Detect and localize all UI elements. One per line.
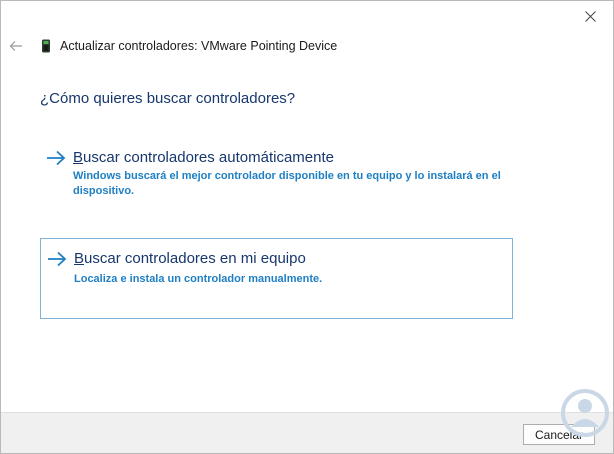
back-arrow-icon <box>9 41 22 51</box>
close-icon <box>584 10 596 22</box>
option-title: Buscar controladores en mi equipo <box>74 250 306 267</box>
option-title-text: uscar controladores en mi equipo <box>84 250 306 267</box>
browse-my-computer-option[interactable]: Buscar controladores en mi equipo Locali… <box>40 238 513 319</box>
arrow-right-icon <box>48 251 67 267</box>
access-key: B <box>73 149 84 166</box>
option-description: Localiza e instala un controlador manual… <box>74 273 323 285</box>
option-description: Windows buscará el mejor controlador dis… <box>73 170 501 197</box>
update-drivers-dialog: Actualizar controladores: VMware Pointin… <box>0 0 614 454</box>
arrow-right-icon <box>47 150 66 166</box>
page-heading: ¿Cómo quieres buscar controladores? <box>40 90 296 107</box>
cancel-button[interactable]: Cancelar <box>523 424 595 445</box>
dialog-title: Actualizar controladores: VMware Pointin… <box>60 39 338 53</box>
search-automatically-option[interactable]: Buscar controladores automáticamente Win… <box>40 139 512 209</box>
pointing-device-icon <box>42 39 50 53</box>
back-button[interactable] <box>7 37 25 55</box>
dialog-footer: Cancelar <box>1 412 613 453</box>
option-title: Buscar controladores automáticamente <box>73 149 334 166</box>
close-button[interactable] <box>567 1 613 31</box>
access-key: B <box>74 250 85 267</box>
dialog-header: Actualizar controladores: VMware Pointin… <box>1 31 613 61</box>
option-title-text: uscar controladores automáticamente <box>83 149 334 166</box>
